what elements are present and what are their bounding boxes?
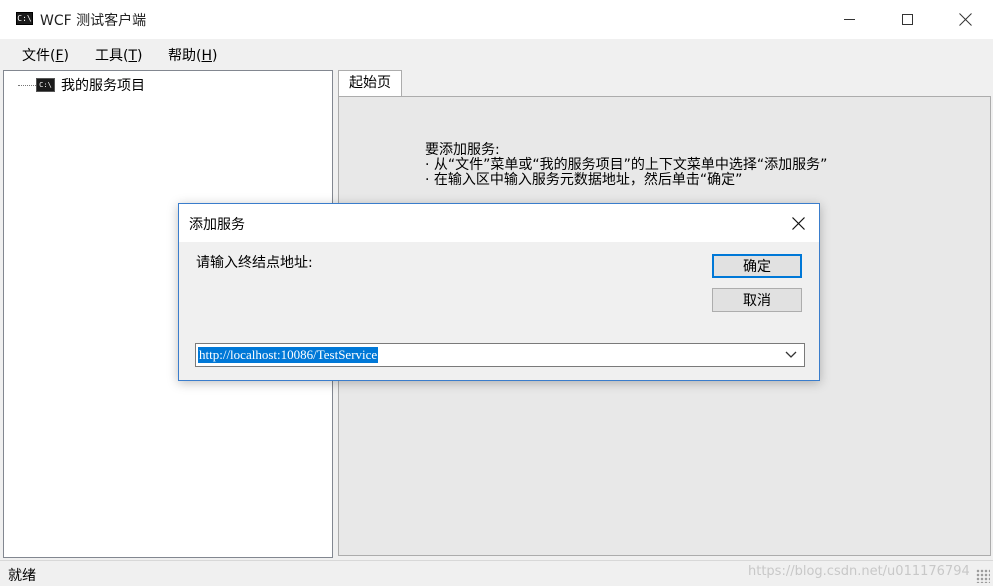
menu-file-label-end: ) xyxy=(63,48,69,64)
menu-help-label-end: ) xyxy=(212,48,218,64)
maximize-icon xyxy=(901,14,913,25)
close-window-button[interactable] xyxy=(936,0,993,39)
add-service-dialog: 添加服务 请输入终结点地址: 确定 取消 http://localhost:10… xyxy=(178,203,820,381)
menu-tools[interactable]: 工具(T) xyxy=(95,45,143,65)
endpoint-address-combobox[interactable]: http://localhost:10086/TestService xyxy=(195,343,805,367)
chevron-down-icon[interactable] xyxy=(784,349,798,361)
endpoint-address-value[interactable]: http://localhost:10086/TestService xyxy=(198,347,379,363)
resize-grip-icon[interactable] xyxy=(976,569,990,583)
service-project-icon: C:\ xyxy=(36,78,55,92)
window-title: WCF 测试客户端 xyxy=(40,13,147,29)
status-text: 就绪 xyxy=(8,568,36,584)
dialog-close-button[interactable] xyxy=(785,210,811,236)
close-icon xyxy=(791,216,805,230)
menu-tools-accesskey: T xyxy=(128,48,138,64)
status-bar: 就绪 https://blog.csdn.net/u011176794 xyxy=(0,560,993,586)
instruction-step-1: · 从“文件”菜单或“我的服务项目”的上下文菜单中选择“添加服务” xyxy=(425,157,828,173)
start-page-instructions: 要添加服务: · 从“文件”菜单或“我的服务项目”的上下文菜单中选择“添加服务”… xyxy=(425,143,827,188)
menu-help[interactable]: 帮助(H) xyxy=(168,45,217,65)
instruction-step-2: · 在输入区中输入服务元数据地址，然后单击“确定” xyxy=(425,172,743,188)
dialog-title: 添加服务 xyxy=(189,217,245,233)
instruction-heading: 要添加服务: xyxy=(425,142,500,158)
dialog-title-bar: 添加服务 xyxy=(179,204,819,242)
menu-help-accesskey: H xyxy=(201,48,212,64)
tree-connector-line xyxy=(18,85,36,86)
endpoint-address-label: 请输入终结点地址: xyxy=(196,255,313,271)
close-icon xyxy=(958,13,972,26)
menu-file-accesskey: F xyxy=(55,48,64,64)
menu-file[interactable]: 文件(F) xyxy=(22,45,69,65)
app-console-icon: C:\ xyxy=(16,12,33,25)
tree-item-my-service-projects[interactable]: 我的服务项目 xyxy=(61,75,145,95)
cancel-button[interactable]: 取消 xyxy=(712,288,802,312)
tab-start-page[interactable]: 起始页 xyxy=(338,70,402,97)
maximize-button[interactable] xyxy=(878,0,936,39)
ok-button[interactable]: 确定 xyxy=(712,254,802,278)
minimize-icon xyxy=(843,19,855,20)
menu-tools-label: 工具( xyxy=(95,48,129,64)
menu-bar: 文件(F) 工具(T) 帮助(H) xyxy=(0,39,993,69)
watermark-text: https://blog.csdn.net/u011176794 xyxy=(748,564,970,579)
menu-tools-label-end: ) xyxy=(137,48,143,64)
title-bar: C:\ WCF 测试客户端 xyxy=(0,0,993,39)
menu-help-label: 帮助( xyxy=(168,48,202,64)
menu-file-label: 文件( xyxy=(22,48,56,64)
minimize-button[interactable] xyxy=(820,0,878,39)
